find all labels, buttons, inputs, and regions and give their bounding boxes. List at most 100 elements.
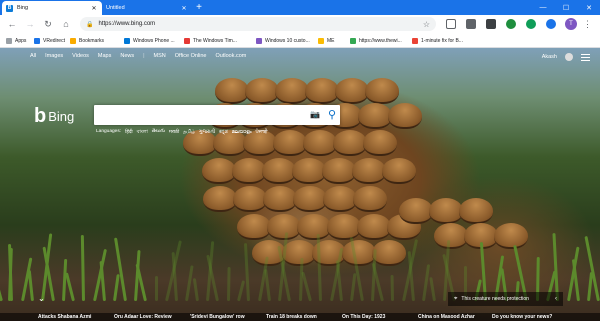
language-link[interactable]: हिंदी bbox=[125, 129, 133, 137]
browser-menu-icon[interactable]: ⋮ bbox=[583, 18, 592, 30]
bookmark-star-icon[interactable]: ☆ bbox=[423, 20, 430, 29]
grass-blade bbox=[236, 280, 245, 302]
chevron-down-icon[interactable]: ⌄ bbox=[38, 294, 45, 303]
location-pin-icon: ⌖ bbox=[454, 295, 458, 302]
pangolin-scale bbox=[357, 214, 391, 240]
grass-blade bbox=[99, 261, 106, 302]
grass-blade bbox=[263, 269, 271, 302]
bookmark-favicon-icon bbox=[184, 38, 190, 44]
pangolin-scale bbox=[399, 198, 433, 224]
image-info-bar[interactable]: ⌖ This creature needs protection ‹ bbox=[448, 292, 563, 306]
bookmark-item[interactable]: 1-minute fix for B... bbox=[412, 36, 463, 46]
pangolin-scale bbox=[357, 103, 392, 129]
user-name[interactable]: Akash bbox=[542, 54, 557, 60]
extension-green-icon[interactable] bbox=[506, 19, 516, 29]
language-link[interactable]: తెలుగు bbox=[152, 129, 165, 137]
pangolin-scale bbox=[372, 240, 406, 266]
new-tab-button[interactable]: + bbox=[194, 2, 204, 13]
pangolin-scale bbox=[429, 198, 463, 224]
maximize-icon[interactable]: ☐ bbox=[555, 0, 577, 15]
grass-blade bbox=[428, 277, 436, 302]
bookmark-item[interactable]: ME bbox=[318, 36, 335, 46]
grass-blade bbox=[192, 278, 199, 302]
bookmark-label: Bookmarks bbox=[79, 38, 105, 44]
languages-label: Languages: bbox=[96, 129, 122, 134]
language-links: Languages: हिंदी বাংলা తెలుగు मराठी தமிழ் ગુજ… bbox=[96, 129, 268, 137]
minimize-icon[interactable]: — bbox=[532, 0, 554, 15]
extension-blue-icon[interactable] bbox=[546, 19, 556, 29]
back-icon[interactable]: ← bbox=[5, 17, 19, 31]
bookmark-favicon-icon bbox=[318, 38, 324, 44]
grass-blade bbox=[552, 233, 560, 302]
news-carousel: Attacks Shabana Azmi Oru Adaar Love: Revi… bbox=[0, 313, 600, 321]
bookmark-item[interactable]: Bookmarks bbox=[70, 36, 104, 46]
pangolin-scale bbox=[215, 78, 249, 104]
news-headline[interactable]: Do you know your news? bbox=[492, 314, 552, 320]
address-bar[interactable]: 🔒 https://www.bing.com ☆ bbox=[80, 17, 436, 31]
language-link[interactable]: தமிழ் bbox=[183, 129, 195, 137]
tab-bing[interactable]: B Bing ✕ bbox=[2, 1, 102, 15]
pangolin-scale bbox=[342, 240, 376, 266]
bookmark-favicon-icon bbox=[70, 38, 76, 44]
nav-link[interactable]: Outlook.com bbox=[215, 53, 246, 59]
home-icon[interactable]: ⌂ bbox=[59, 17, 73, 31]
extension-vpn-icon[interactable] bbox=[486, 19, 496, 29]
nav-link[interactable]: MSN bbox=[154, 53, 166, 59]
nav-link[interactable]: Maps bbox=[98, 53, 111, 59]
camera-search-icon[interactable]: 📷 bbox=[310, 110, 320, 119]
pangolin-scale bbox=[382, 158, 416, 184]
lock-icon: 🔒 bbox=[86, 21, 94, 28]
search-icon[interactable]: ⚲ bbox=[328, 108, 336, 121]
bookmark-label: https://www.thewi... bbox=[359, 38, 402, 44]
nav-link[interactable]: Office Online bbox=[175, 53, 207, 59]
reload-icon[interactable]: ↻ bbox=[41, 17, 55, 31]
news-headline[interactable]: China on Masood Azhar bbox=[418, 314, 475, 320]
tab-untitled[interactable]: Untitled ✕ bbox=[102, 1, 192, 15]
news-headline[interactable]: 'Sridevi Bungalow' row bbox=[190, 314, 245, 320]
extension-cast-icon[interactable] bbox=[446, 19, 456, 29]
bookmark-item[interactable]: Apps bbox=[6, 36, 26, 46]
language-link[interactable]: മലയാളം bbox=[232, 129, 252, 137]
user-avatar-icon[interactable] bbox=[565, 53, 573, 61]
pangolin-scale bbox=[365, 78, 399, 104]
hamburger-menu-icon[interactable] bbox=[581, 53, 590, 61]
bookmark-label: Windows Phone ... bbox=[133, 38, 175, 44]
bing-logo[interactable]: b Bing bbox=[34, 105, 74, 128]
nav-link[interactable]: News bbox=[120, 53, 134, 59]
extension-reader-icon[interactable] bbox=[466, 19, 476, 29]
forward-icon[interactable]: → bbox=[23, 17, 37, 31]
previous-image-icon[interactable]: ‹ bbox=[555, 296, 557, 302]
grass-blade bbox=[350, 273, 357, 302]
nav-link[interactable]: All bbox=[30, 53, 36, 59]
close-tab-icon[interactable]: ✕ bbox=[180, 5, 188, 12]
nav-link[interactable]: Images bbox=[45, 53, 63, 59]
news-headline[interactable]: Train 18 breaks down bbox=[266, 314, 317, 320]
url-text[interactable]: https://www.bing.com bbox=[98, 21, 422, 27]
language-link[interactable]: मराठी bbox=[169, 129, 179, 137]
bookmark-item[interactable]: VRedirect bbox=[34, 36, 65, 46]
news-headline[interactable]: Attacks Shabana Azmi bbox=[38, 314, 91, 320]
bookmarks-bar: Apps VRedirect Bookmarks Windows Phone ... T… bbox=[0, 34, 600, 48]
nav-link[interactable]: Videos bbox=[72, 53, 89, 59]
news-headline[interactable]: Oru Adaar Love: Review bbox=[114, 314, 172, 320]
bookmark-item[interactable]: Windows 10 custo... bbox=[256, 36, 310, 46]
language-link[interactable]: বাংলা bbox=[137, 129, 148, 137]
profile-avatar[interactable]: T bbox=[565, 18, 577, 30]
bookmark-item[interactable]: https://www.thewi... bbox=[350, 36, 402, 46]
language-link[interactable]: ગુજરાતી bbox=[199, 129, 215, 137]
close-window-icon[interactable]: ✕ bbox=[578, 0, 600, 15]
language-link[interactable]: ਪੰਜਾਬੀ bbox=[256, 129, 268, 137]
bing-homepage: All Images Videos Maps News | MSN Office Online… bbox=[0, 48, 600, 321]
language-link[interactable]: ಕನ್ನಡ bbox=[219, 129, 228, 137]
close-tab-icon[interactable]: ✕ bbox=[90, 5, 98, 12]
bookmark-item[interactable]: Windows Phone ... bbox=[124, 36, 175, 46]
extension-grammarly-icon[interactable] bbox=[526, 19, 536, 29]
pangolin-scale bbox=[245, 78, 279, 104]
search-input[interactable]: 📷 ⚲ bbox=[94, 105, 340, 125]
news-headline[interactable]: On This Day: 1923 bbox=[342, 314, 385, 320]
bookmark-favicon-icon bbox=[350, 38, 356, 44]
grass-blade bbox=[65, 272, 76, 302]
bookmark-label: 1-minute fix for B... bbox=[421, 38, 463, 44]
bookmark-item[interactable]: The Windows Tim... bbox=[184, 36, 237, 46]
grass-blade bbox=[154, 276, 158, 301]
